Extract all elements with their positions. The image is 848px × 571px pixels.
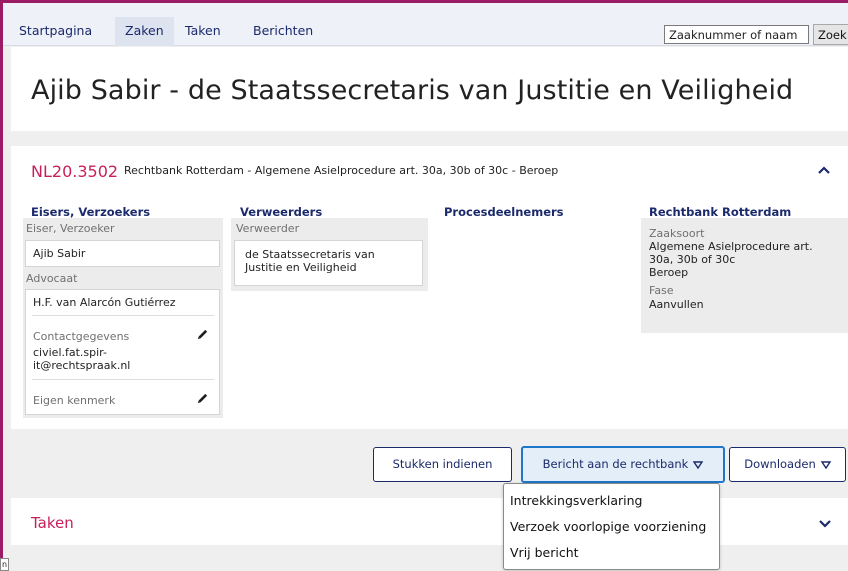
heading-verweerders: Verweerders <box>240 205 323 219</box>
bericht-rechtbank-label: Bericht aan de rechtbank <box>542 457 689 471</box>
case-panel: NL20.3502 Rechtbank Rotterdam - Algemene… <box>11 146 848 429</box>
triangle-down-icon <box>693 460 704 469</box>
taken-title[interactable]: Taken <box>31 514 74 532</box>
verweerder-name-line1: de Staatssecretaris van <box>245 248 375 261</box>
tab-taken[interactable]: Taken <box>175 17 231 46</box>
zaaksoort-line1: Algemene Asielprocedure art. <box>649 240 813 253</box>
fase-value: Aanvullen <box>649 298 704 311</box>
pencil-icon[interactable] <box>196 328 209 341</box>
case-number[interactable]: NL20.3502 <box>31 162 118 181</box>
heading-eisers: Eisers, Verzoekers <box>31 205 151 219</box>
divider <box>32 379 214 380</box>
advocaat-card: H.F. van Alarcón Gutiérrez Contactgegeve… <box>25 289 220 415</box>
eiser-label: Eiser, Verzoeker <box>26 222 115 235</box>
tab-berichten[interactable]: Berichten <box>243 17 323 46</box>
zaaksoort-line3: Beroep <box>649 266 689 279</box>
chevron-down-icon[interactable] <box>817 516 833 532</box>
eiser-name: Ajib Sabir <box>25 240 220 267</box>
verweerder-card: de Staatssecretaris van Justitie en Veil… <box>234 240 423 286</box>
case-description: Rechtbank Rotterdam - Algemene Asielproc… <box>124 164 559 177</box>
search-button[interactable]: Zoek <box>813 24 848 45</box>
menu-item-vrij-bericht[interactable]: Vrij bericht <box>510 545 579 560</box>
verweerder-label: Verweerder <box>236 222 300 235</box>
pencil-icon[interactable] <box>196 392 209 405</box>
stukken-indienen-button[interactable]: Stukken indienen <box>373 447 512 482</box>
verweerder-name-line2: Justitie en Veiligheid <box>245 261 357 274</box>
triangle-down-icon <box>820 460 831 469</box>
tab-zaken[interactable]: Zaken <box>115 17 174 46</box>
zaaksoort-line2: 30a, 30b of 30c <box>649 253 736 266</box>
tab-startpagina[interactable]: Startpagina <box>9 17 102 46</box>
zaaksoort-label: Zaaksoort <box>649 227 705 240</box>
downloaden-label: Downloaden <box>744 457 816 471</box>
page-title: Ajib Sabir - de Staatssecretaris van Jus… <box>31 75 794 106</box>
advocaat-label: Advocaat <box>26 272 78 285</box>
heading-procesdeelnemers: Procesdeelnemers <box>444 205 564 219</box>
action-bar: Stukken indienen Bericht aan de rechtban… <box>11 429 848 498</box>
top-navigation: Startpagina Zaken Taken Berichten Zoek <box>3 3 848 46</box>
downloaden-button[interactable]: Downloaden <box>729 447 846 482</box>
corner-indicator: n <box>0 558 9 571</box>
kenmerk-label: Eigen kenmerk <box>33 394 116 407</box>
bericht-dropdown-menu: Intrekkingsverklaring Verzoek voorlopige… <box>503 483 720 570</box>
title-section: Ajib Sabir - de Staatssecretaris van Jus… <box>11 47 848 131</box>
contact-line2: it@rechtspraak.nl <box>33 359 131 372</box>
chevron-up-icon[interactable] <box>816 162 832 178</box>
bericht-rechtbank-button[interactable]: Bericht aan de rechtbank <box>521 446 725 483</box>
menu-item-verzoek-voorlopige-voorziening[interactable]: Verzoek voorlopige voorziening <box>510 519 706 534</box>
fase-label: Fase <box>649 284 674 297</box>
search-input[interactable] <box>664 25 809 44</box>
divider <box>32 315 214 316</box>
contact-label: Contactgegevens <box>33 330 130 343</box>
taken-panel: Taken <box>11 498 848 545</box>
advocaat-name: H.F. van Alarcón Gutiérrez <box>33 296 176 309</box>
heading-rechtbank: Rechtbank Rotterdam <box>649 205 792 219</box>
contact-line1: civiel.fat.spir- <box>33 346 107 359</box>
menu-item-intrekkingsverklaring[interactable]: Intrekkingsverklaring <box>510 493 642 508</box>
